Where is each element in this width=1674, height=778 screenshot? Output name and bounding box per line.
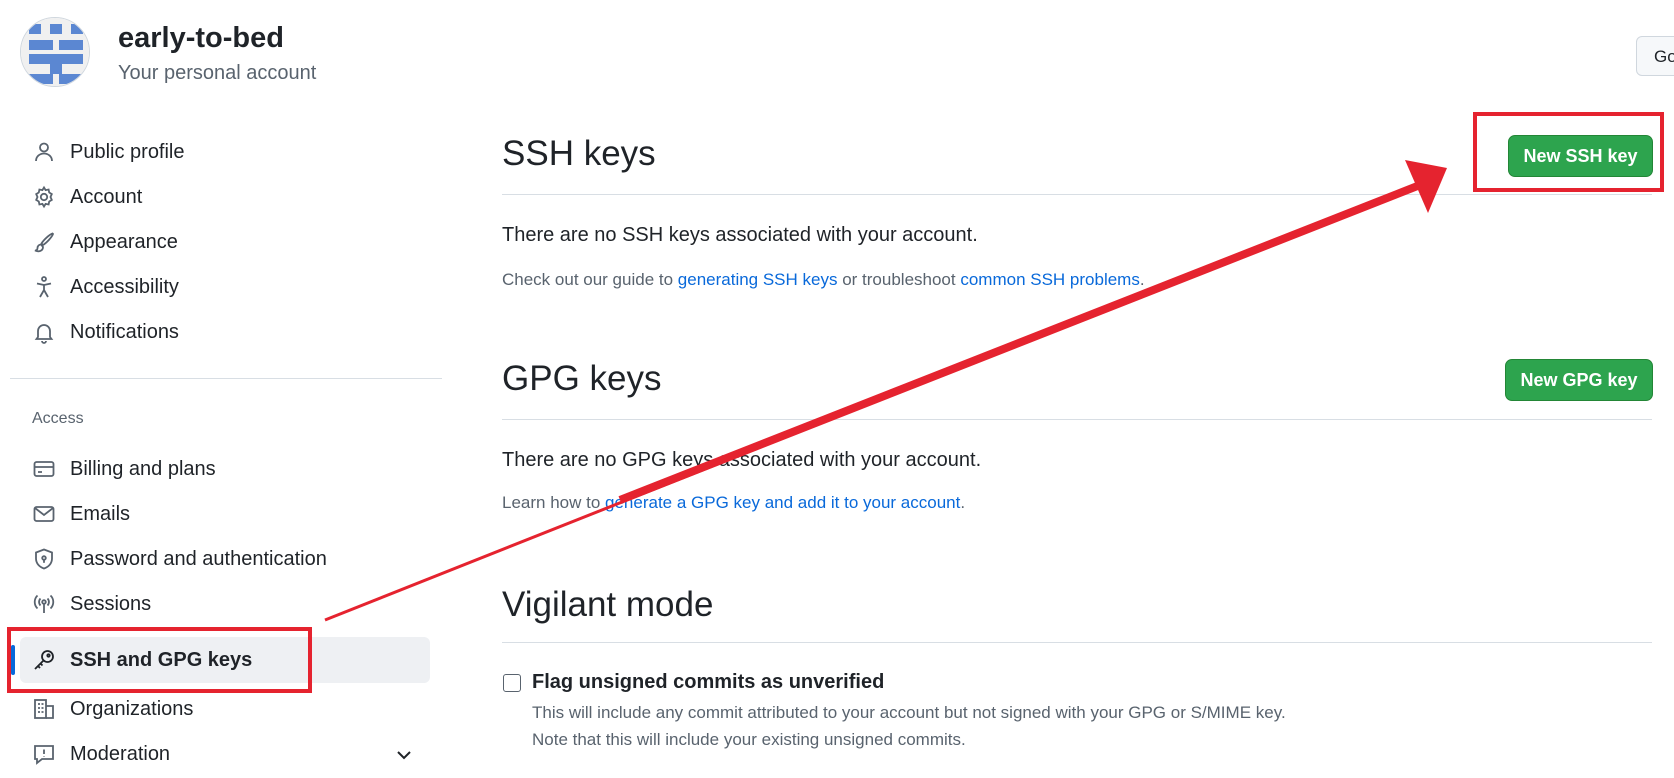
gear-icon bbox=[32, 185, 56, 209]
sidebar-item-accessibility[interactable]: Accessibility bbox=[20, 264, 430, 310]
credit-card-icon bbox=[32, 457, 56, 481]
learn-suffix: . bbox=[960, 493, 966, 512]
annotation-box-ssh-gpg-keys bbox=[7, 627, 312, 693]
sidebar-item-emails[interactable]: Emails bbox=[20, 491, 430, 537]
vigilant-note-1: This will include any commit attributed … bbox=[532, 703, 1286, 722]
vigilant-mode-heading: Vigilant mode bbox=[502, 585, 714, 624]
annotation-arrow-thin-tail bbox=[324, 183, 1421, 622]
sidebar-item-label: Password and authentication bbox=[70, 548, 327, 570]
annotation-arrow-head bbox=[1405, 160, 1447, 213]
mail-icon bbox=[32, 502, 56, 526]
guide-middle: or troubleshoot bbox=[837, 270, 961, 289]
sidebar-divider bbox=[10, 378, 442, 379]
person-icon bbox=[32, 140, 56, 164]
identicon-image bbox=[21, 18, 89, 86]
shield-lock-icon bbox=[32, 547, 56, 571]
ssh-keys-heading: SSH keys bbox=[502, 134, 656, 173]
sidebar-item-label: Sessions bbox=[70, 593, 152, 615]
chevron-down-icon[interactable] bbox=[394, 745, 414, 765]
section-divider bbox=[502, 419, 1652, 420]
sidebar-item-account[interactable]: Account bbox=[20, 174, 430, 220]
sidebar-item-notifications[interactable]: Notifications bbox=[20, 309, 430, 355]
report-icon bbox=[32, 742, 56, 766]
guide-suffix: . bbox=[1139, 270, 1145, 289]
sidebar-item-billing[interactable]: Billing and plans bbox=[20, 446, 430, 492]
gpg-empty-message: There are no GPG keys associated with yo… bbox=[502, 449, 982, 471]
learn-prefix: Learn how to bbox=[502, 493, 606, 512]
account-username[interactable]: early-to-bed bbox=[118, 22, 284, 55]
sidebar-item-appearance[interactable]: Appearance bbox=[20, 219, 430, 265]
sidebar-item-label: Emails bbox=[70, 503, 131, 525]
accessibility-icon bbox=[32, 275, 56, 299]
common-ssh-problems-link[interactable]: common SSH problems bbox=[960, 270, 1140, 289]
gpg-keys-heading: GPG keys bbox=[502, 359, 662, 398]
sidebar-item-label: Notifications bbox=[70, 321, 179, 343]
section-divider bbox=[502, 194, 1652, 195]
gpg-learn-text: Learn how to generate a GPG key and add … bbox=[502, 493, 965, 513]
generating-ssh-keys-link[interactable]: generating SSH keys bbox=[678, 270, 838, 289]
bell-icon bbox=[32, 320, 56, 344]
sidebar-item-label: Appearance bbox=[70, 231, 178, 253]
ssh-guide-text: Check out our guide to generating SSH ke… bbox=[502, 270, 1145, 290]
sidebar-item-label: Account bbox=[70, 186, 143, 208]
section-divider bbox=[502, 642, 1652, 643]
account-subtitle: Your personal account bbox=[118, 62, 317, 84]
go-to-profile-button[interactable]: Go bbox=[1636, 36, 1674, 76]
sidebar-item-label: Accessibility bbox=[70, 276, 179, 298]
organization-icon bbox=[32, 697, 56, 721]
guide-prefix: Check out our guide to bbox=[502, 270, 678, 289]
avatar[interactable] bbox=[20, 17, 90, 87]
sidebar-item-label: Billing and plans bbox=[70, 458, 216, 480]
paintbrush-icon bbox=[32, 230, 56, 254]
sidebar-item-public-profile[interactable]: Public profile bbox=[20, 129, 430, 175]
flag-unsigned-commits-label[interactable]: Flag unsigned commits as unverified bbox=[532, 671, 884, 694]
vigilant-note-2: Note that this will include your existin… bbox=[532, 730, 966, 749]
sidebar-item-label: Public profile bbox=[70, 141, 185, 163]
sidebar-item-label: Moderation bbox=[70, 743, 171, 765]
new-gpg-key-button[interactable]: New GPG key bbox=[1505, 359, 1653, 401]
flag-unsigned-commits-checkbox[interactable] bbox=[503, 674, 521, 692]
sidebar-item-sessions[interactable]: Sessions bbox=[20, 581, 430, 627]
sidebar-item-label: Organizations bbox=[70, 698, 194, 720]
ssh-empty-message: There are no SSH keys associated with yo… bbox=[502, 224, 978, 246]
sidebar-item-moderation[interactable]: Moderation bbox=[20, 731, 430, 777]
broadcast-icon bbox=[32, 592, 56, 616]
generate-gpg-key-link[interactable]: generate a GPG key and add it to your ac… bbox=[605, 493, 960, 512]
sidebar-heading-access: Access bbox=[32, 410, 84, 427]
sidebar-item-password-authentication[interactable]: Password and authentication bbox=[20, 536, 430, 582]
annotation-box-new-ssh-key bbox=[1473, 112, 1664, 192]
